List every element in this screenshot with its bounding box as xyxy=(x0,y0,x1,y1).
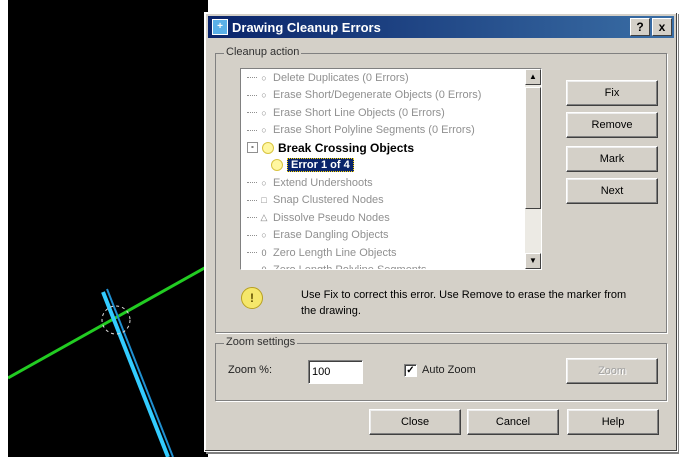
tree-branch-line xyxy=(247,129,257,131)
zero-icon: 0 xyxy=(261,247,267,258)
scroll-thumb[interactable] xyxy=(525,87,541,209)
tree-item-label: Zero Length Polyline Segments xyxy=(273,264,426,269)
canvas-drawing xyxy=(8,264,208,457)
circle-icon: ○ xyxy=(261,125,267,136)
tree-scrollbar[interactable]: ▲ ▼ xyxy=(525,69,541,269)
circle-icon: ○ xyxy=(261,107,267,118)
tree-item[interactable]: □ Snap Clustered Nodes xyxy=(241,192,525,210)
tree-item-label: Extend Undershoots xyxy=(273,176,373,189)
tree-item[interactable]: ○ Erase Short/Degenerate Objects (0 Error… xyxy=(241,87,525,105)
drawing-canvas[interactable] xyxy=(8,0,208,457)
zero-icon: 0 xyxy=(259,265,269,269)
circle-icon: ○ xyxy=(261,72,267,83)
close-title-button[interactable]: x xyxy=(652,18,672,36)
drawing-cleanup-errors-dialog: + Drawing Cleanup Errors ? x Cleanup act… xyxy=(204,12,678,452)
tree-item[interactable]: - Break Crossing Objects xyxy=(241,139,525,157)
next-button[interactable]: Next xyxy=(566,178,658,204)
zoom-settings-legend: Zoom settings xyxy=(224,336,298,348)
title-bar[interactable]: + Drawing Cleanup Errors ? x xyxy=(208,16,674,38)
circle-icon: ○ xyxy=(261,177,267,188)
tree-branch-line xyxy=(247,112,257,114)
tree-item[interactable]: 0 Zero Length Line Objects xyxy=(241,244,525,262)
tree-branch-line xyxy=(247,234,257,236)
cyan-polyline xyxy=(101,291,170,457)
tree-item-label: Error 1 of 4 xyxy=(287,158,354,173)
tree-item[interactable]: ○ Erase Dangling Objects xyxy=(241,227,525,245)
auto-zoom-checkbox[interactable]: ✓ xyxy=(404,364,417,377)
triangle-icon: △ xyxy=(260,212,268,223)
cleanup-action-legend: Cleanup action xyxy=(224,46,302,58)
tree-item[interactable]: ○ Erase Short Line Objects (0 Errors) xyxy=(241,104,525,122)
tree-item-label: Erase Dangling Objects xyxy=(273,229,389,242)
tree-branch-line xyxy=(247,77,257,79)
tree-branch-line xyxy=(247,94,257,96)
cancel-button[interactable]: Cancel xyxy=(467,409,559,435)
circle-icon: ○ xyxy=(261,230,267,241)
square-icon: □ xyxy=(261,195,267,206)
tree-item[interactable]: ○ Extend Undershoots xyxy=(241,174,525,192)
info-message: Use Fix to correct this error. Use Remov… xyxy=(301,289,627,317)
mark-button[interactable]: Mark xyxy=(566,146,658,172)
zoom-button[interactable]: Zoom xyxy=(566,358,658,384)
tree-item-label: Zero Length Line Objects xyxy=(273,246,397,259)
dialog-title: Drawing Cleanup Errors xyxy=(232,19,381,35)
help-title-button[interactable]: ? xyxy=(630,18,650,36)
zoom-percent-label: Zoom %: xyxy=(228,364,273,376)
app-icon: + xyxy=(212,19,228,35)
tree-item-label: Dissolve Pseudo Nodes xyxy=(273,211,390,224)
tree-branch-line xyxy=(247,252,257,254)
tree-list: ○ Delete Duplicates (0 Errors) ○ Erase Shor… xyxy=(241,69,525,269)
tree-item-label: Break Crossing Objects xyxy=(278,140,415,155)
fix-button[interactable]: Fix xyxy=(566,80,658,106)
lightbulb-icon xyxy=(271,159,283,172)
tree-item[interactable]: △ Dissolve Pseudo Nodes xyxy=(241,209,525,227)
help-button[interactable]: Help xyxy=(567,409,659,435)
tree-item[interactable]: 0 Zero Length Polyline Segments xyxy=(241,262,525,269)
tree-branch-line xyxy=(247,182,257,184)
tree-item-label: Snap Clustered Nodes xyxy=(273,194,384,207)
tree-item-label: Erase Short Polyline Segments (0 Errors) xyxy=(273,124,475,137)
tree-branch-line xyxy=(247,217,257,219)
collapse-icon[interactable]: - xyxy=(247,142,258,154)
lightbulb-icon xyxy=(262,141,274,154)
scroll-up-button[interactable]: ▲ xyxy=(525,69,541,85)
zoom-settings-group: Zoom settings Zoom %: ✓ Auto Zoom Zoom xyxy=(215,336,667,401)
tree-item[interactable]: ○ Delete Duplicates (0 Errors) xyxy=(241,69,525,87)
tree-item-label: Erase Short/Degenerate Objects (0 Errors… xyxy=(273,89,482,102)
tree-item-label: Erase Short Line Objects (0 Errors) xyxy=(273,106,445,119)
circle-icon: ○ xyxy=(261,90,267,101)
lightbulb-icon: ! xyxy=(241,287,263,309)
auto-zoom-label: Auto Zoom xyxy=(422,364,476,376)
cyan-polyline-edge xyxy=(106,288,174,457)
scroll-down-button[interactable]: ▼ xyxy=(525,253,541,269)
tree-item[interactable]: ○ Erase Short Polyline Segments (0 Errors… xyxy=(241,122,525,140)
tree-branch-line xyxy=(247,199,257,201)
tree-item[interactable]: Error 1 of 4 xyxy=(241,157,525,175)
remove-button[interactable]: Remove xyxy=(566,112,658,138)
zoom-percent-input[interactable] xyxy=(308,360,363,384)
cleanup-action-tree[interactable]: ○ Delete Duplicates (0 Errors) ○ Erase Shor… xyxy=(240,68,542,270)
green-line xyxy=(8,264,208,380)
tree-item-label: Delete Duplicates (0 Errors) xyxy=(273,71,409,84)
close-button[interactable]: Close xyxy=(369,409,461,435)
